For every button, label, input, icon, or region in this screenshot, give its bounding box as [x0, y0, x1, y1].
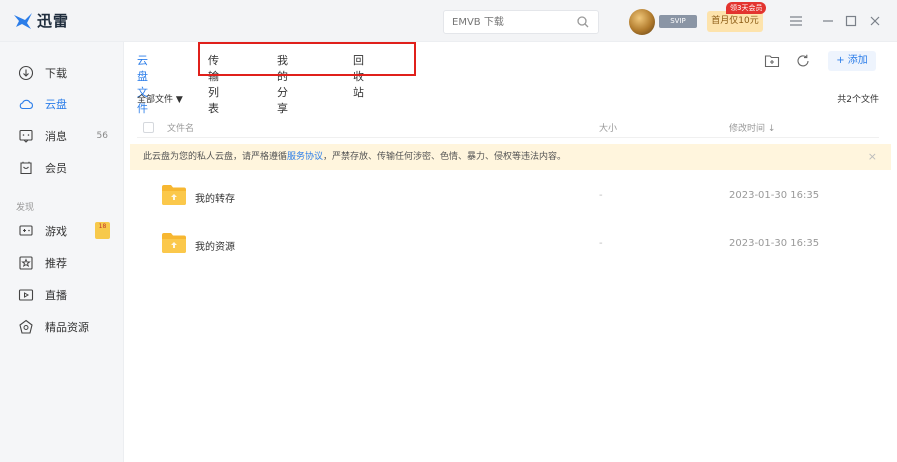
tab-highlight-box — [198, 42, 416, 76]
thunder-bird-icon — [14, 12, 32, 29]
download-icon — [18, 65, 34, 81]
promo-tag: 领3天会员 — [726, 2, 767, 14]
sidebar: 下载 云盘 消息 56 会员 发现 游戏 18 推荐 直播 精品资源 — [0, 42, 124, 462]
file-name: 我的转存 — [195, 194, 235, 205]
message-count: 56 — [96, 131, 108, 141]
sidebar-item-download[interactable]: 下载 — [0, 59, 124, 87]
file-size: - — [599, 190, 603, 201]
column-modified[interactable]: 修改时间 ↓ — [729, 121, 775, 134]
sidebar-item-member[interactable]: 会员 — [0, 154, 124, 182]
sidebar-item-label: 游戏 — [45, 225, 67, 238]
member-icon — [20, 161, 32, 175]
menu-icon[interactable] — [787, 12, 805, 30]
refresh-icon[interactable] — [794, 52, 812, 70]
notice-text-suffix: ，严禁存放、传输任何涉密、色情、暴力、侵权等违法内容。 — [323, 152, 567, 162]
column-size[interactable]: 大小 — [599, 121, 617, 134]
maximize-icon[interactable] — [842, 12, 860, 30]
file-size: - — [599, 238, 603, 249]
search-icon[interactable] — [577, 16, 589, 28]
sidebar-item-label: 直播 — [45, 289, 67, 302]
resource-icon — [19, 319, 33, 334]
title-bar: 迅雷 SVIP 首月仅10元 领3天会员 — [0, 0, 897, 42]
folder-icon — [162, 233, 186, 253]
game-icon — [19, 225, 33, 236]
notice-close-icon[interactable]: × — [868, 144, 877, 170]
sidebar-item-cloud[interactable]: 云盘 — [0, 90, 124, 118]
live-icon — [18, 289, 34, 301]
sidebar-item-label: 会员 — [45, 162, 67, 175]
app-name: 迅雷 — [37, 12, 70, 30]
sidebar-item-live[interactable]: 直播 — [0, 281, 124, 309]
column-name[interactable]: 文件名 — [167, 121, 194, 134]
select-all-checkbox[interactable] — [143, 122, 154, 133]
sidebar-item-label: 推荐 — [45, 257, 67, 270]
all-files-filter[interactable]: 全部文件 ▼ — [137, 92, 183, 105]
table-row[interactable]: 我的资源 - 2023-01-30 16:35 — [137, 224, 879, 270]
avatar[interactable] — [629, 9, 655, 35]
vip-promo-button[interactable]: 首月仅10元 — [707, 11, 763, 32]
cloud-icon — [19, 99, 33, 110]
notice-bar: 此云盘为您的私人云盘，请严格遵循服务协议，严禁存放、传输任何涉密、色情、暴力、侵… — [130, 144, 891, 170]
recommend-icon — [19, 256, 33, 270]
folder-icon — [162, 185, 186, 205]
add-button[interactable]: + 添加 — [828, 51, 876, 71]
app-logo: 迅雷 — [12, 10, 69, 31]
table-row[interactable]: 我的转存 - 2023-01-30 16:35 — [137, 176, 879, 222]
minimize-icon[interactable] — [819, 12, 837, 30]
tab-cloud-files[interactable]: 云盘文件 — [137, 52, 148, 116]
notice-text: 此云盘为您的私人云盘，请严格遵循 — [143, 152, 288, 162]
new-folder-icon[interactable] — [763, 52, 781, 70]
message-icon — [19, 129, 33, 143]
discover-section-label: 发现 — [16, 203, 35, 213]
sidebar-item-label: 消息 — [45, 130, 67, 143]
table-header: 文件名 大小 修改时间 ↓ — [137, 116, 879, 138]
sidebar-item-label: 云盘 — [45, 98, 67, 111]
sidebar-item-resources[interactable]: 精品资源 — [0, 313, 124, 341]
game-badge: 18 — [95, 222, 110, 239]
sidebar-item-games[interactable]: 游戏 18 — [0, 217, 124, 245]
svip-badge: SVIP — [659, 15, 697, 28]
file-name: 我的资源 — [195, 242, 235, 253]
file-count: 共2个文件 — [837, 95, 879, 105]
main-panel: 云盘文件 传输列表 我的分享 回收站 + 添加 全部文件 ▼ 共2个文件 文件名… — [124, 42, 897, 462]
search-input[interactable] — [444, 11, 574, 33]
service-agreement-link[interactable]: 服务协议 — [287, 152, 323, 162]
sidebar-item-recommend[interactable]: 推荐 — [0, 249, 124, 277]
sidebar-item-label: 精品资源 — [45, 321, 89, 334]
close-icon[interactable] — [866, 12, 884, 30]
file-modified: 2023-01-30 16:35 — [729, 190, 820, 201]
sidebar-item-label: 下载 — [45, 67, 67, 80]
sidebar-item-messages[interactable]: 消息 56 — [0, 122, 124, 150]
file-modified: 2023-01-30 16:35 — [729, 238, 820, 249]
search-box[interactable] — [443, 10, 599, 34]
